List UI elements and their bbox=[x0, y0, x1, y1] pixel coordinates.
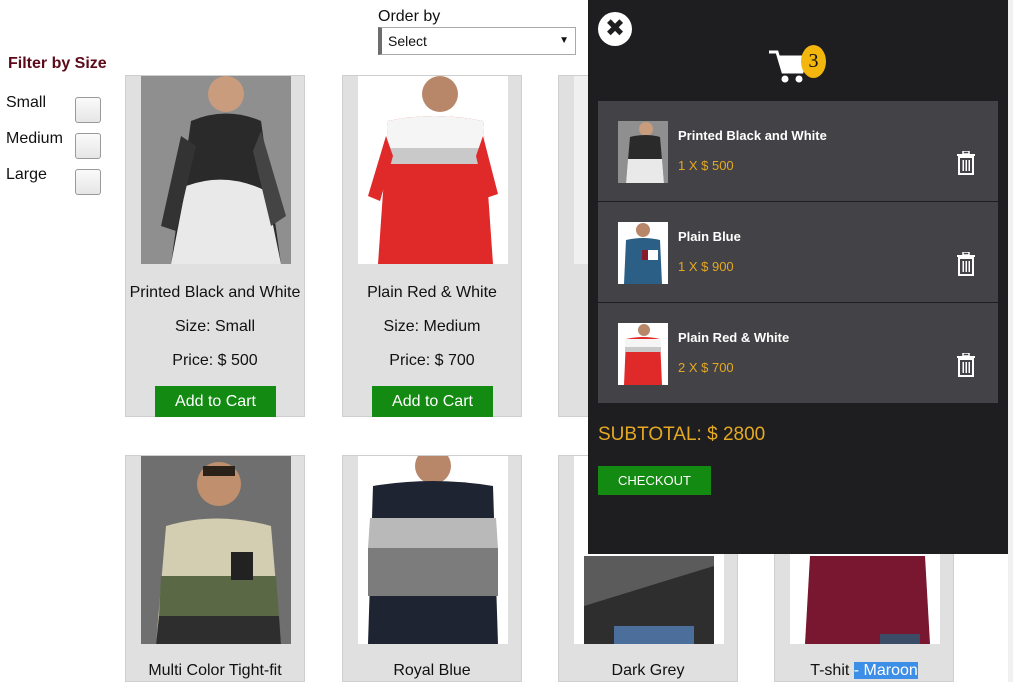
cart-subtotal: SUBTOTAL: $ 2800 bbox=[598, 424, 766, 445]
product-card: Plain Red & White Size: Medium Price: $ … bbox=[342, 75, 522, 417]
add-to-cart-button[interactable]: Add to Cart bbox=[155, 386, 276, 417]
caret-down-icon: ▼ bbox=[559, 35, 569, 46]
product-size: Size: Small bbox=[174, 318, 256, 335]
order-by-select[interactable]: Select ▼ bbox=[378, 27, 576, 55]
cart-count-badge: 3 bbox=[801, 45, 826, 78]
cart-item-image bbox=[618, 323, 668, 385]
cart-item-qty: 1 X $ 900 bbox=[678, 259, 734, 274]
order-by-label: Order by bbox=[378, 8, 441, 25]
product-card bbox=[558, 75, 591, 417]
product-price: Price: $ 700 bbox=[389, 352, 475, 369]
product-name: Dark Grey bbox=[611, 662, 685, 679]
cart-item-qty: 1 X $ 500 bbox=[678, 158, 734, 173]
cart-item-image bbox=[618, 121, 668, 183]
cart-item: Printed Black and White 1 X $ 500 bbox=[598, 101, 998, 201]
cart-item-name: Plain Red & White bbox=[678, 330, 790, 345]
product-card: Printed Black and White Size: Small Pric… bbox=[125, 75, 305, 417]
trash-icon[interactable] bbox=[956, 352, 976, 382]
order-by-selected: Select bbox=[388, 33, 427, 49]
filter-label-large: Large bbox=[6, 166, 47, 183]
product-name: Multi Color Tight-fit bbox=[148, 662, 282, 679]
cart-item-name: Printed Black and White bbox=[678, 128, 827, 143]
cart-item-qty: 2 X $ 700 bbox=[678, 360, 734, 375]
cart-item: Plain Blue 1 X $ 900 bbox=[598, 202, 998, 302]
product-name: T-shit - Maroon bbox=[775, 662, 953, 680]
product-price: Price: $ 500 bbox=[172, 352, 258, 369]
scrollbar[interactable] bbox=[1008, 0, 1013, 682]
cart-item-name: Plain Blue bbox=[678, 229, 741, 244]
product-image[interactable] bbox=[141, 76, 291, 264]
filter-label-small: Small bbox=[6, 94, 47, 111]
checkout-button[interactable]: CHECKOUT bbox=[598, 466, 711, 495]
product-name: Royal Blue bbox=[393, 662, 471, 679]
product-name-part: T-shit bbox=[810, 662, 854, 679]
close-icon[interactable]: ✖ bbox=[598, 12, 632, 46]
product-image[interactable] bbox=[141, 456, 291, 644]
filter-title: Filter by Size bbox=[8, 55, 107, 72]
product-size: Size: Medium bbox=[383, 318, 481, 335]
product-image[interactable] bbox=[358, 456, 508, 644]
filter-checkbox-large[interactable] bbox=[75, 169, 101, 195]
product-image[interactable] bbox=[358, 76, 508, 264]
cart-item: Plain Red & White 2 X $ 700 bbox=[598, 303, 998, 403]
cart-panel: ✖ 3 Printed Black and White 1 X $ 500 Pl… bbox=[588, 0, 1008, 554]
selected-text: - Maroon bbox=[853, 662, 918, 679]
cart-item-image bbox=[618, 222, 668, 284]
product-card: Royal Blue bbox=[342, 455, 522, 682]
product-name: Plain Red & White bbox=[367, 284, 497, 301]
filter-label-medium: Medium bbox=[6, 130, 63, 147]
product-card: Multi Color Tight-fit bbox=[125, 455, 305, 682]
product-name: Printed Black and White bbox=[129, 284, 301, 301]
trash-icon[interactable] bbox=[956, 251, 976, 281]
filter-checkbox-small[interactable] bbox=[75, 97, 101, 123]
filter-checkbox-medium[interactable] bbox=[75, 133, 101, 159]
order-by: Order by Select ▼ bbox=[378, 8, 576, 55]
add-to-cart-button[interactable]: Add to Cart bbox=[372, 386, 493, 417]
trash-icon[interactable] bbox=[956, 150, 976, 180]
